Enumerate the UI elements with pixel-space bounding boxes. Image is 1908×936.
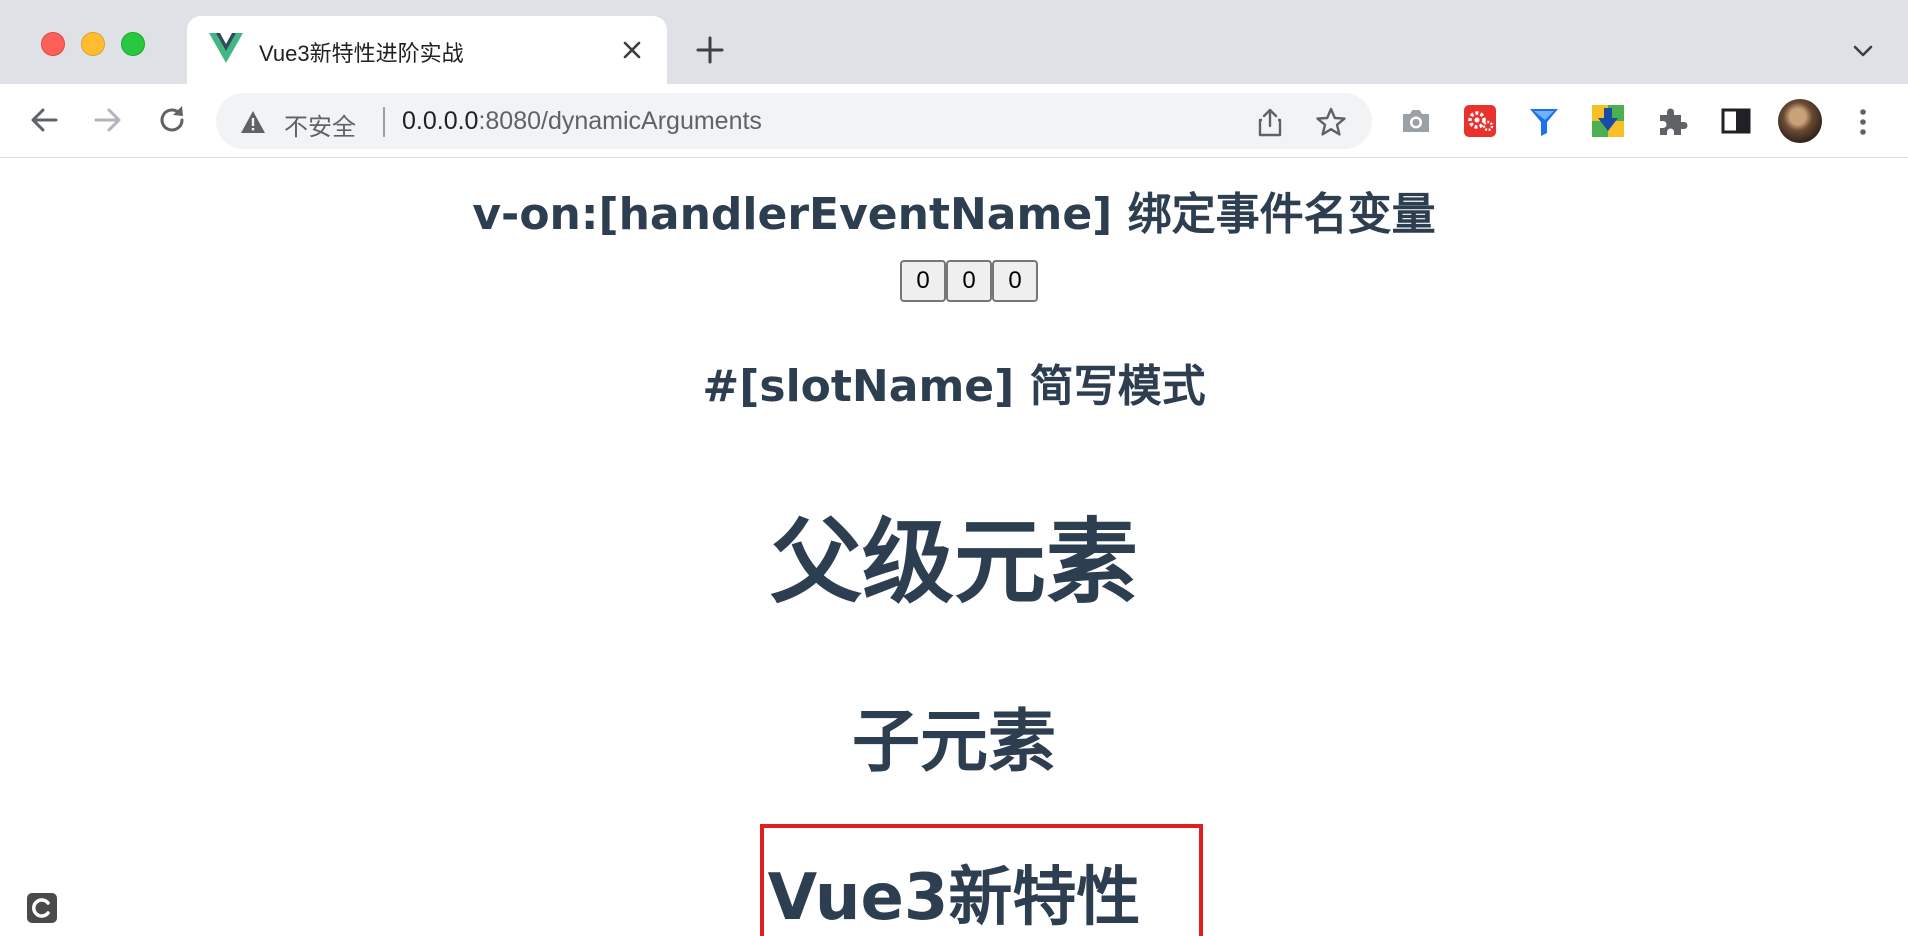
forward-arrow-icon[interactable] bbox=[90, 102, 126, 138]
share-icon[interactable] bbox=[1256, 107, 1284, 137]
zoom-window-button[interactable] bbox=[121, 32, 145, 56]
extension-badge-icon[interactable] bbox=[26, 892, 58, 924]
not-secure-warning-icon[interactable] bbox=[240, 110, 266, 134]
tab-strip: Vue3新特性进阶实战 bbox=[0, 0, 1908, 84]
url-host: 0.0.0.0 bbox=[402, 107, 479, 135]
more-menu-icon[interactable] bbox=[1851, 104, 1875, 140]
close-tab-icon[interactable] bbox=[619, 37, 645, 63]
new-tab-icon[interactable] bbox=[694, 34, 726, 66]
red-gear-extension-icon[interactable] bbox=[1462, 103, 1498, 139]
minimize-window-button[interactable] bbox=[81, 32, 105, 56]
tab-search-chevron-icon[interactable] bbox=[1850, 38, 1876, 64]
camera-icon[interactable] bbox=[1398, 103, 1434, 139]
counter-button-3[interactable]: 0 bbox=[992, 260, 1038, 302]
profile-avatar[interactable] bbox=[1778, 99, 1822, 143]
puzzle-icon[interactable] bbox=[1654, 103, 1690, 139]
page-content: v-on:[handlerEventName] 绑定事件名变量 0 0 0 #[… bbox=[0, 158, 1908, 936]
counter-button-1[interactable]: 0 bbox=[900, 260, 946, 302]
vue-logo-icon bbox=[209, 33, 243, 63]
counter-button-row: 0 0 0 bbox=[900, 260, 1038, 302]
blue-funnel-extension-icon[interactable] bbox=[1526, 103, 1562, 139]
tab-title: Vue3新特性进阶实战 bbox=[259, 41, 464, 66]
not-secure-label[interactable]: 不安全 bbox=[284, 107, 356, 142]
parent-heading: 父级元素 bbox=[769, 509, 1138, 616]
reload-icon[interactable] bbox=[154, 102, 190, 138]
back-arrow-icon[interactable] bbox=[26, 102, 62, 138]
download-arrow-extension-icon[interactable] bbox=[1590, 103, 1626, 139]
counter-button-2[interactable]: 0 bbox=[946, 260, 992, 302]
child-heading: 子元素 bbox=[851, 703, 1056, 782]
omnibox-separator bbox=[383, 107, 385, 137]
side-panel-icon[interactable] bbox=[1718, 103, 1754, 139]
close-window-button[interactable] bbox=[41, 32, 65, 56]
url-text[interactable]: 0.0.0.0:8080/dynamicArguments bbox=[402, 107, 762, 136]
address-bar[interactable]: 不安全 0.0.0.0:8080/dynamicArguments bbox=[216, 93, 1372, 149]
url-path: :8080/dynamicArguments bbox=[478, 107, 762, 135]
bookmark-star-icon[interactable] bbox=[1316, 107, 1346, 137]
events-heading: v-on:[handlerEventName] 绑定事件名变量 bbox=[472, 189, 1436, 240]
active-tab[interactable]: Vue3新特性进阶实战 bbox=[187, 16, 667, 84]
browser-toolbar: 不安全 0.0.0.0:8080/dynamicArguments bbox=[0, 84, 1908, 158]
slot-heading: #[slotName] 简写模式 bbox=[702, 361, 1206, 412]
slot-content-heading: Vue3新特性 bbox=[767, 861, 1141, 935]
